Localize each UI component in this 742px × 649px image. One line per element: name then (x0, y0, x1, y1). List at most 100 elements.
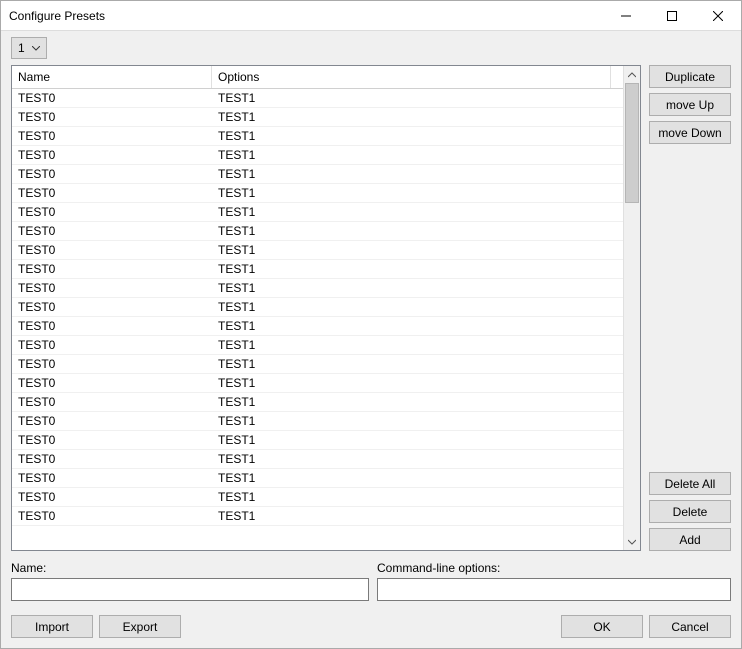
cell-name: TEST0 (12, 167, 212, 181)
duplicate-button[interactable]: Duplicate (649, 65, 731, 88)
cell-options: TEST1 (212, 300, 623, 314)
cell-options: TEST1 (212, 148, 623, 162)
cell-options: TEST1 (212, 414, 623, 428)
cancel-button[interactable]: Cancel (649, 615, 731, 638)
name-field-group: Name: (11, 561, 369, 601)
cell-options: TEST1 (212, 167, 623, 181)
cell-options: TEST1 (212, 433, 623, 447)
cell-options: TEST1 (212, 186, 623, 200)
client-area: 1 Name Options TEST0TEST1TEST0TEST1TEST0… (1, 31, 741, 648)
table-row[interactable]: TEST0TEST1 (12, 374, 623, 393)
cell-name: TEST0 (12, 395, 212, 409)
import-button[interactable]: Import (11, 615, 93, 638)
cell-name: TEST0 (12, 224, 212, 238)
column-header-pad (611, 66, 623, 88)
cell-options: TEST1 (212, 471, 623, 485)
presets-table: Name Options TEST0TEST1TEST0TEST1TEST0TE… (11, 65, 641, 551)
cell-options: TEST1 (212, 110, 623, 124)
right-buttons: Duplicate move Up move Down Delete All D… (649, 65, 731, 551)
table-row[interactable]: TEST0TEST1 (12, 184, 623, 203)
column-header-options[interactable]: Options (212, 66, 611, 88)
close-button[interactable] (695, 1, 741, 31)
table-header: Name Options (12, 66, 623, 89)
cell-name: TEST0 (12, 319, 212, 333)
top-row: 1 (11, 37, 731, 59)
name-label: Name: (11, 561, 369, 575)
ok-button[interactable]: OK (561, 615, 643, 638)
column-header-name[interactable]: Name (12, 66, 212, 88)
cell-options: TEST1 (212, 91, 623, 105)
table-row[interactable]: TEST0TEST1 (12, 355, 623, 374)
preset-index-combo[interactable]: 1 (11, 37, 47, 59)
cell-name: TEST0 (12, 110, 212, 124)
maximize-button[interactable] (649, 1, 695, 31)
cell-options: TEST1 (212, 243, 623, 257)
delete-all-button[interactable]: Delete All (649, 472, 731, 495)
table-row[interactable]: TEST0TEST1 (12, 260, 623, 279)
table-row[interactable]: TEST0TEST1 (12, 469, 623, 488)
export-button[interactable]: Export (99, 615, 181, 638)
cell-name: TEST0 (12, 129, 212, 143)
cell-name: TEST0 (12, 300, 212, 314)
cell-name: TEST0 (12, 357, 212, 371)
add-button[interactable]: Add (649, 528, 731, 551)
cell-options: TEST1 (212, 319, 623, 333)
cell-name: TEST0 (12, 205, 212, 219)
cell-options: TEST1 (212, 357, 623, 371)
cell-options: TEST1 (212, 205, 623, 219)
move-down-button[interactable]: move Down (649, 121, 731, 144)
middle-area: Name Options TEST0TEST1TEST0TEST1TEST0TE… (11, 65, 731, 551)
table-row[interactable]: TEST0TEST1 (12, 412, 623, 431)
name-input[interactable] (11, 578, 369, 601)
cell-name: TEST0 (12, 262, 212, 276)
cell-name: TEST0 (12, 452, 212, 466)
chevron-down-icon (28, 41, 44, 55)
cell-name: TEST0 (12, 243, 212, 257)
cell-name: TEST0 (12, 433, 212, 447)
table-row[interactable]: TEST0TEST1 (12, 127, 623, 146)
form-row: Name: Command-line options: (11, 561, 731, 601)
titlebar: Configure Presets (1, 1, 741, 31)
scroll-thumb[interactable] (625, 83, 639, 203)
cell-name: TEST0 (12, 509, 212, 523)
table-row[interactable]: TEST0TEST1 (12, 146, 623, 165)
vertical-scrollbar[interactable] (623, 66, 640, 550)
table-row[interactable]: TEST0TEST1 (12, 108, 623, 127)
cell-name: TEST0 (12, 490, 212, 504)
table-row[interactable]: TEST0TEST1 (12, 89, 623, 108)
table-row[interactable]: TEST0TEST1 (12, 336, 623, 355)
cell-options: TEST1 (212, 224, 623, 238)
table-row[interactable]: TEST0TEST1 (12, 431, 623, 450)
cell-name: TEST0 (12, 376, 212, 390)
cell-name: TEST0 (12, 148, 212, 162)
cell-name: TEST0 (12, 281, 212, 295)
cell-options: TEST1 (212, 452, 623, 466)
options-input[interactable] (377, 578, 731, 601)
table-row[interactable]: TEST0TEST1 (12, 488, 623, 507)
table-row[interactable]: TEST0TEST1 (12, 507, 623, 526)
cell-name: TEST0 (12, 186, 212, 200)
cell-name: TEST0 (12, 91, 212, 105)
table-row[interactable]: TEST0TEST1 (12, 317, 623, 336)
minimize-button[interactable] (603, 1, 649, 31)
scroll-down-arrow-icon[interactable] (624, 533, 640, 550)
table-row[interactable]: TEST0TEST1 (12, 165, 623, 184)
cell-options: TEST1 (212, 490, 623, 504)
options-label: Command-line options: (377, 561, 731, 575)
table-row[interactable]: TEST0TEST1 (12, 393, 623, 412)
table-row[interactable]: TEST0TEST1 (12, 279, 623, 298)
cell-name: TEST0 (12, 414, 212, 428)
move-up-button[interactable]: move Up (649, 93, 731, 116)
scroll-up-arrow-icon[interactable] (624, 66, 640, 83)
table-row[interactable]: TEST0TEST1 (12, 203, 623, 222)
table-row[interactable]: TEST0TEST1 (12, 222, 623, 241)
cell-options: TEST1 (212, 262, 623, 276)
delete-button[interactable]: Delete (649, 500, 731, 523)
table-row[interactable]: TEST0TEST1 (12, 450, 623, 469)
table-row[interactable]: TEST0TEST1 (12, 241, 623, 260)
cell-name: TEST0 (12, 338, 212, 352)
cell-options: TEST1 (212, 395, 623, 409)
table-row[interactable]: TEST0TEST1 (12, 298, 623, 317)
window-title: Configure Presets (9, 9, 603, 23)
scroll-track[interactable] (624, 83, 640, 533)
